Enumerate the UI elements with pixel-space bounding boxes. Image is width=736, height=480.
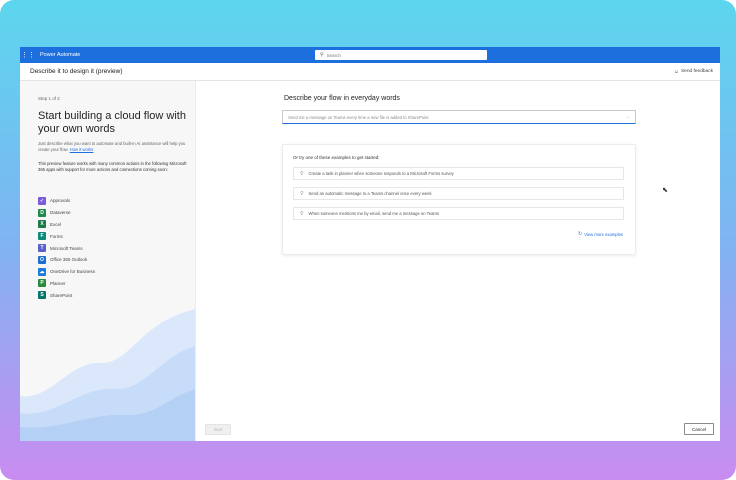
connector-label: Planner — [50, 280, 66, 286]
footer-bar: Start Cancel — [196, 417, 720, 441]
connector-label: OneDrive for Business — [50, 269, 96, 275]
connector-item: ☁ OneDrive for Business — [38, 266, 95, 278]
decorative-wave — [20, 309, 195, 441]
onedrive-icon: ☁ — [38, 267, 46, 276]
connector-label: Microsoft Teams — [50, 245, 83, 251]
connector-item: T Microsoft Teams — [38, 242, 95, 254]
example-item[interactable]: 💡︎ When someone mentions me by email, se… — [293, 207, 624, 220]
step-indicator: Step 1 of 2 — [38, 96, 60, 101]
page-title: Describe it to design it (preview) — [30, 68, 123, 75]
mouse-cursor-icon: ⬉ — [662, 187, 668, 194]
refresh-icon: ↻ — [578, 231, 583, 237]
planner-icon: P — [38, 279, 46, 288]
dataverse-icon: D — [38, 208, 46, 217]
page-header: Describe it to design it (preview) ☺ Sen… — [20, 63, 720, 81]
intro-heading: Start building a cloud flow with your ow… — [38, 110, 186, 135]
search-placeholder: Search — [326, 52, 341, 58]
connector-item: F Forms — [38, 230, 95, 242]
examples-card: Or try one of these examples to get star… — [282, 144, 636, 255]
excel-icon: X — [38, 220, 46, 229]
connector-item: ✓ Approvals — [38, 195, 95, 207]
connector-label: Forms — [50, 233, 63, 239]
connector-item: S SharePoint — [38, 289, 95, 301]
example-text: Send an automatic message to a Teams cha… — [308, 191, 432, 196]
lightbulb-icon: 💡︎ — [300, 210, 304, 217]
screenshot-frame: ⋮⋮ Power Automate ⚲ Search Describe it t… — [0, 0, 736, 480]
examples-title: Or try one of these examples to get star… — [293, 155, 380, 160]
connector-label: Dataverse — [50, 210, 71, 216]
forms-icon: F — [38, 232, 46, 241]
intro-panel: Step 1 of 2 Start building a cloud flow … — [20, 81, 196, 441]
teams-icon: T — [38, 244, 46, 253]
connector-list: ✓ Approvals D Dataverse X Excel F Forms T Microso… — [38, 195, 95, 301]
connector-item: D Dataverse — [38, 207, 95, 219]
example-text: Create a task in planner when someone re… — [308, 171, 454, 176]
outlook-icon: O — [38, 255, 46, 264]
connector-item: P Planner — [38, 278, 95, 290]
connector-label: Approvals — [50, 198, 71, 204]
approvals-icon: ✓ — [38, 196, 46, 205]
submit-arrow-icon[interactable]: → — [625, 114, 630, 120]
app-window: ⋮⋮ Power Automate ⚲ Search Describe it t… — [20, 47, 720, 441]
intro-description-text: Just describe what you want to automate … — [38, 141, 186, 152]
connector-label: SharePoint — [50, 292, 73, 298]
cancel-button[interactable]: Cancel — [684, 423, 714, 435]
connector-item: O Office 365 Outlook — [38, 254, 95, 266]
flow-description-placeholder: Send me a message on Teams every time a … — [288, 114, 429, 120]
lightbulb-icon: 💡︎ — [300, 170, 304, 177]
app-launcher-icon[interactable]: ⋮⋮ — [20, 47, 36, 63]
lightbulb-icon: 💡︎ — [300, 190, 304, 197]
main-content: Describe your flow in everyday words Sen… — [196, 81, 720, 441]
app-name[interactable]: Power Automate — [40, 52, 80, 58]
connector-label: Excel — [50, 221, 62, 227]
flow-description-input[interactable]: Send me a message on Teams every time a … — [282, 110, 636, 124]
send-feedback-button[interactable]: ☺ Send feedback — [674, 69, 713, 75]
how-it-works-link[interactable]: How it works — [70, 147, 94, 152]
search-icon: ⚲ — [320, 52, 324, 58]
start-button[interactable]: Start — [205, 424, 231, 435]
search-box[interactable]: ⚲ Search — [315, 50, 487, 60]
view-more-examples-link[interactable]: ↻ View more examples — [578, 231, 623, 237]
example-text: When someone mentions me by email, send … — [308, 211, 440, 216]
example-item[interactable]: 💡︎ Send an automatic message to a Teams … — [293, 187, 624, 200]
intro-description: Just describe what you want to automate … — [38, 141, 188, 152]
top-navigation-bar: ⋮⋮ Power Automate ⚲ Search — [20, 47, 720, 63]
feedback-label: Send feedback — [680, 69, 713, 74]
connector-label: Office 365 Outlook — [50, 257, 88, 263]
connector-item: X Excel — [38, 219, 95, 231]
feedback-icon: ☺ — [673, 68, 679, 75]
view-more-label: View more examples — [584, 231, 623, 237]
example-item[interactable]: 💡︎ Create a task in planner when someone… — [293, 167, 624, 180]
sharepoint-icon: S — [38, 291, 46, 300]
prompt-title: Describe your flow in everyday words — [284, 95, 400, 102]
preview-note: This preview feature works with many com… — [38, 161, 187, 172]
